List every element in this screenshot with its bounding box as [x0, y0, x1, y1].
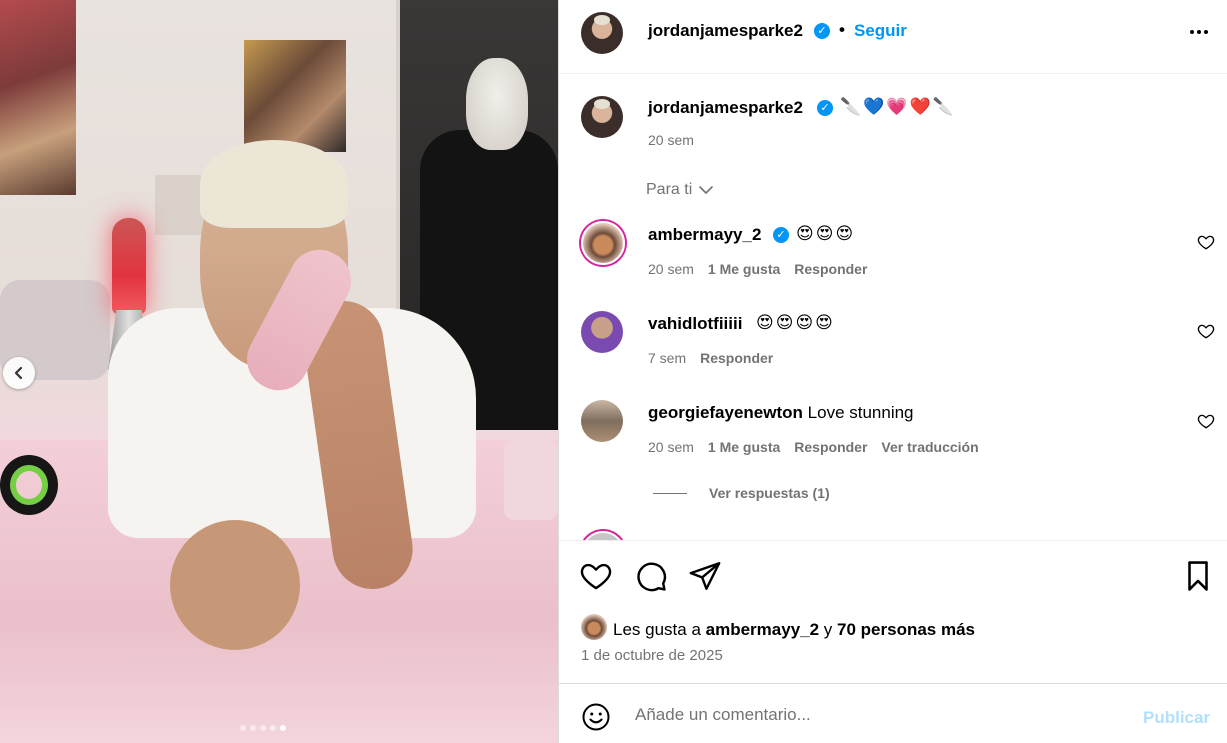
share-button[interactable]	[688, 559, 722, 593]
like-button[interactable]	[579, 559, 613, 593]
caption-text: 🔪💙💗❤️🔪	[840, 97, 956, 116]
comment-body: georgiefayenewton Love stunning	[648, 403, 914, 423]
emoji-button[interactable]	[581, 702, 611, 732]
comment-username[interactable]: ambermayy_2	[648, 225, 761, 244]
comment-meta: 20 sem 1 Me gusta Responder	[648, 261, 867, 277]
comment-filter-dropdown[interactable]: Para ti	[646, 181, 714, 199]
comment-avatar[interactable]	[581, 221, 625, 265]
comment-body: vahidlotfiiiii	[648, 314, 742, 334]
comments-list[interactable]: jordanjamesparke2 ✓ 🔪💙💗❤️🔪 20 sem Para t…	[559, 75, 1227, 540]
translate-button[interactable]: Ver traducción	[881, 439, 978, 455]
comment-input[interactable]	[635, 700, 1115, 730]
caption-username[interactable]: jordanjamesparke2	[648, 98, 803, 118]
comment-text: Love stunning	[807, 403, 914, 422]
chevron-left-icon	[14, 366, 23, 380]
author-username[interactable]: jordanjamesparke2	[648, 21, 803, 41]
heart-icon	[580, 563, 612, 590]
caption-time: 20 sem	[648, 132, 694, 148]
reply-button[interactable]: Responder	[794, 439, 867, 455]
follow-button[interactable]: Seguir	[854, 21, 907, 41]
carousel-dot	[250, 725, 256, 731]
post-date: 1 de octubre de 2025	[581, 647, 723, 664]
likes-others[interactable]: 70 personas más	[837, 620, 975, 639]
lava-lamp	[112, 218, 146, 314]
verified-badge-icon: ✓	[814, 23, 830, 39]
headphones	[0, 455, 58, 515]
comment-likes[interactable]: 1 Me gusta	[708, 439, 780, 455]
reply-button[interactable]: Responder	[794, 261, 867, 277]
comment-text: 😍😍😍	[796, 224, 856, 243]
bookmark-icon	[1188, 561, 1208, 591]
comment-body: ambermayy_2	[648, 225, 761, 245]
comment-icon	[637, 562, 667, 592]
chevron-down-icon	[699, 186, 714, 194]
likes-connector: y	[823, 620, 833, 639]
comment-text: 😍😍😍😍	[756, 313, 835, 332]
carousel-prev-button[interactable]	[3, 357, 35, 389]
add-comment-bar: Publicar	[559, 683, 1227, 743]
comment-likes[interactable]: 1 Me gusta	[708, 261, 780, 277]
separator-dot: •	[839, 20, 845, 39]
comment-time: 20 sem	[648, 261, 694, 277]
carousel-dot	[270, 725, 276, 731]
view-replies-button[interactable]: Ver respuestas (1)	[653, 485, 830, 501]
likes-summary[interactable]: Les gusta a ambermayy_2 y 70 personas má…	[613, 620, 975, 640]
comment-avatar[interactable]	[581, 400, 623, 442]
wall-poster	[244, 40, 346, 152]
ghostface-mask	[466, 58, 528, 150]
comment-meta: 20 sem 1 Me gusta Responder Ver traducción	[648, 439, 979, 455]
comment-avatar[interactable]	[581, 311, 623, 353]
more-options-button[interactable]	[1184, 22, 1214, 42]
post-header: jordanjamesparke2 ✓ • Seguir	[559, 0, 1227, 74]
comment-filter-label: Para ti	[646, 181, 693, 198]
carousel-indicator	[240, 725, 286, 731]
reply-button[interactable]: Responder	[700, 350, 773, 366]
likes-user[interactable]: ambermayy_2	[706, 620, 819, 639]
view-replies-label: Ver respuestas (1)	[709, 485, 830, 501]
likes-avatar[interactable]	[581, 614, 607, 640]
post-image	[0, 0, 558, 743]
comment-time: 7 sem	[648, 350, 687, 366]
comment-like-heart-icon[interactable]	[1197, 322, 1215, 340]
verified-badge-icon: ✓	[773, 227, 789, 243]
carousel-dot	[260, 725, 266, 731]
comment-meta: 7 sem Responder	[648, 350, 773, 366]
carousel-dot-active	[280, 725, 286, 731]
comment-button[interactable]	[634, 559, 668, 593]
caption-avatar[interactable]	[581, 96, 623, 138]
publish-button[interactable]: Publicar	[1143, 708, 1210, 728]
comment-username[interactable]: vahidlotfiiiii	[648, 314, 742, 333]
likes-prefix: Les gusta a	[613, 620, 701, 639]
post-actions: Les gusta a ambermayy_2 y 70 personas má…	[559, 540, 1227, 683]
smiley-icon	[582, 703, 610, 731]
comment-like-heart-icon[interactable]	[1197, 412, 1215, 430]
more-horizontal-icon	[1190, 30, 1194, 34]
comment-like-heart-icon[interactable]	[1197, 233, 1215, 251]
comment-avatar[interactable]	[581, 531, 625, 540]
author-avatar[interactable]	[581, 12, 623, 54]
save-button[interactable]	[1181, 559, 1215, 593]
comment-username[interactable]: georgiefayenewton	[648, 403, 803, 422]
wall-poster	[0, 0, 76, 195]
carousel-dot	[240, 725, 246, 731]
comment-time: 20 sem	[648, 439, 694, 455]
post-side-panel: jordanjamesparke2 ✓ • Seguir jordanjames…	[558, 0, 1227, 743]
send-icon	[689, 562, 721, 590]
verified-badge-icon: ✓	[817, 100, 833, 116]
